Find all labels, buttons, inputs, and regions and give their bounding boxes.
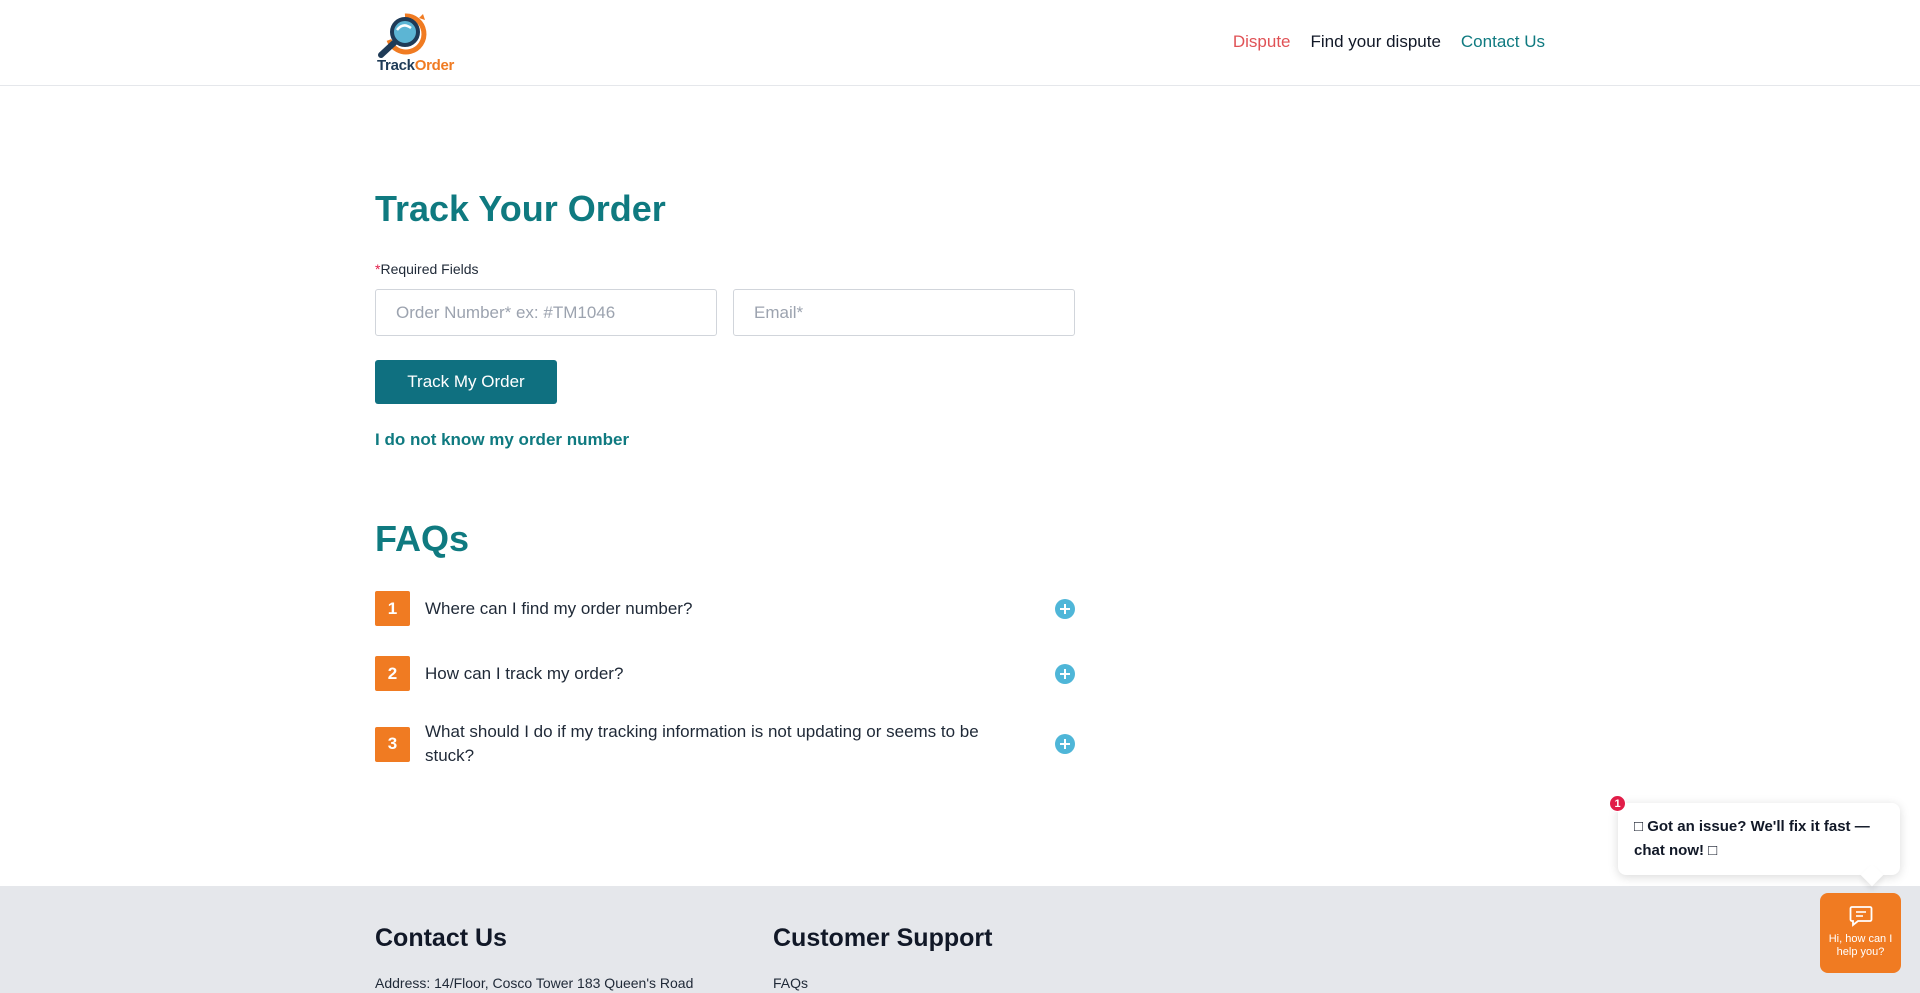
- chat-notification-badge: 1: [1609, 795, 1626, 812]
- logo-text: TrackOrder: [377, 57, 455, 74]
- faq-question: How can I track my order?: [425, 663, 624, 683]
- faq-number: 1: [375, 591, 410, 626]
- required-label: Required Fields: [380, 261, 479, 277]
- chat-prompt-bubble[interactable]: □ Got an issue? We'll fix it fast — chat…: [1618, 803, 1900, 875]
- main-nav: Dispute Find your dispute Contact Us: [1233, 32, 1545, 52]
- site-footer: Contact Us Address: 14/Floor, Cosco Towe…: [0, 886, 1920, 993]
- faq-number: 3: [375, 726, 410, 762]
- faq-item-3[interactable]: 3 What should I do if my tracking inform…: [375, 720, 1075, 768]
- plus-circle-icon[interactable]: [1055, 598, 1075, 619]
- email-input[interactable]: [733, 289, 1075, 336]
- plus-circle-icon[interactable]: [1055, 734, 1075, 754]
- chat-launcher-button[interactable]: Hi, how can I help you?: [1820, 893, 1901, 973]
- faq-question: Where can I find my order number?: [425, 598, 693, 618]
- faq-item-1[interactable]: 1 Where can I find my order number?: [375, 591, 1075, 626]
- track-my-order-button[interactable]: Track My Order: [375, 360, 557, 404]
- forgot-order-number-link[interactable]: I do not know my order number: [375, 430, 629, 450]
- nav-dispute[interactable]: Dispute: [1233, 32, 1291, 52]
- chat-message-icon: [1849, 906, 1872, 927]
- required-fields-note: *Required Fields: [375, 261, 479, 277]
- faq-number: 2: [375, 656, 410, 691]
- footer-support-title: Customer Support: [773, 924, 993, 952]
- nav-contact-us[interactable]: Contact Us: [1461, 32, 1545, 52]
- footer-address: Address: 14/Floor, Cosco Tower 183 Queen…: [375, 975, 694, 991]
- page-title: Track Your Order: [375, 188, 666, 229]
- footer-contact-title: Contact Us: [375, 924, 507, 952]
- site-header: TrackOrder Dispute Find your dispute Con…: [0, 0, 1920, 86]
- logo[interactable]: TrackOrder: [375, 10, 457, 76]
- faq-title: FAQs: [375, 518, 470, 559]
- order-number-input[interactable]: [375, 289, 717, 336]
- footer-faqs-link[interactable]: FAQs: [773, 975, 808, 991]
- chat-launcher-label: Hi, how can I help you?: [1828, 933, 1893, 958]
- nav-find-your-dispute[interactable]: Find your dispute: [1311, 32, 1441, 52]
- faq-item-2[interactable]: 2 How can I track my order?: [375, 656, 1075, 691]
- magnifier-globe-icon: [378, 13, 427, 58]
- plus-circle-icon[interactable]: [1055, 663, 1075, 684]
- faq-question: What should I do if my tracking informat…: [425, 722, 979, 765]
